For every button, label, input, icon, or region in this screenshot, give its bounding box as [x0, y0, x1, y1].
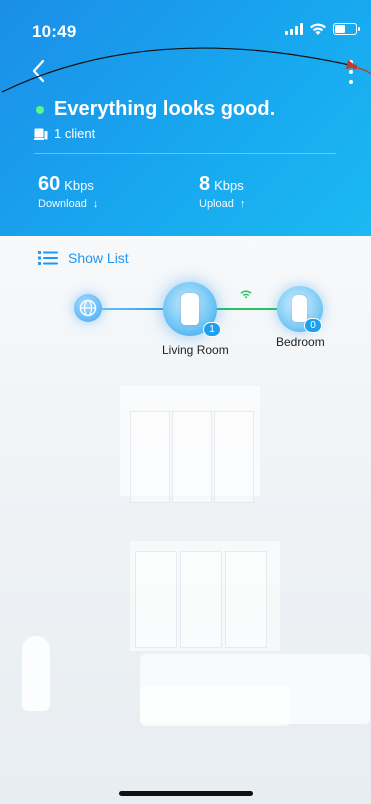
client-count-label: 1 client: [54, 126, 96, 141]
header-divider: [34, 153, 336, 154]
show-list-label: Show List: [68, 250, 129, 266]
window-pane: [172, 411, 212, 503]
sofa-cushion: [140, 686, 290, 726]
upload-speed: 8 Kbps Upload ↑: [199, 173, 245, 210]
list-icon: [38, 251, 58, 265]
battery-icon: [333, 23, 360, 35]
deco-node-bedroom[interactable]: 0: [277, 286, 323, 333]
cellular-signal-icon: [285, 23, 303, 35]
window-pane: [130, 411, 170, 503]
node-label-living-room: Living Room: [162, 343, 229, 357]
show-list-button[interactable]: Show List: [38, 250, 129, 266]
upload-unit: Kbps: [214, 178, 244, 193]
upload-label: Upload: [199, 198, 234, 210]
status-icons: [285, 22, 360, 36]
download-label: Download: [38, 198, 87, 210]
status-bar: 10:49: [0, 0, 371, 54]
globe-icon: [79, 299, 97, 317]
download-speed: 60 Kbps Download ↓: [38, 173, 98, 210]
router-icon: [181, 293, 199, 325]
deco-node-living-room[interactable]: 1: [163, 282, 221, 337]
internet-node[interactable]: [74, 294, 102, 322]
window-pane: [225, 551, 267, 648]
back-chevron-icon[interactable]: [30, 58, 48, 84]
more-options-icon[interactable]: [347, 60, 355, 84]
window-pane: [135, 551, 177, 648]
download-arrow-icon: ↓: [92, 198, 99, 210]
device-icon: [34, 128, 48, 140]
vase-decoration: [22, 636, 50, 711]
wifi-icon: [310, 23, 326, 35]
client-count[interactable]: 1 client: [34, 126, 95, 141]
router-icon: [292, 295, 307, 322]
wireless-link-line: [216, 308, 280, 310]
wireless-signal-icon: [240, 290, 252, 299]
upload-arrow-icon: ↑: [239, 198, 246, 210]
client-count-badge: 1: [203, 322, 221, 337]
download-value: 60: [38, 173, 61, 195]
window-pane: [180, 551, 222, 648]
deco-overview-screen: 10:49 Everything looks good. 1 client 60…: [0, 0, 371, 804]
upload-value: 8: [199, 173, 211, 195]
node-label-bedroom: Bedroom: [276, 335, 325, 349]
clock: 10:49: [32, 22, 77, 41]
download-unit: Kbps: [64, 178, 94, 193]
status-ok-dot: [36, 105, 44, 114]
client-count-badge: 0: [304, 318, 322, 333]
home-indicator: [119, 791, 253, 796]
network-status-header: 10:49 Everything looks good. 1 client 60…: [0, 0, 371, 236]
network-health-status: Everything looks good.: [36, 98, 275, 121]
status-text: Everything looks good.: [54, 98, 276, 120]
window-pane: [214, 411, 254, 503]
wired-link-line: [100, 308, 164, 310]
